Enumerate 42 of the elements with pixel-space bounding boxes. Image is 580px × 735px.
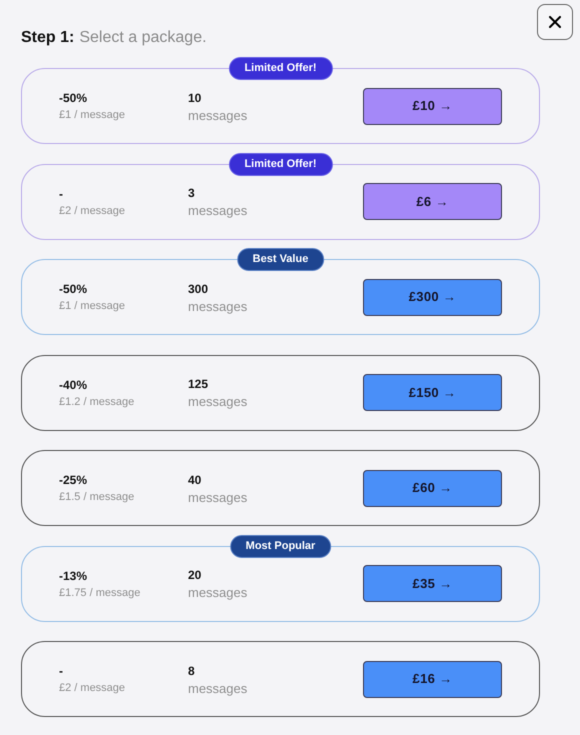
discount-text: -50% — [59, 281, 88, 298]
message-count: 125 — [188, 376, 210, 393]
price-button[interactable]: £16 → — [363, 660, 502, 698]
message-count: 3 — [188, 185, 196, 202]
close-button[interactable] — [537, 4, 573, 40]
message-count-label: messages — [188, 202, 248, 219]
message-count-label: messages — [188, 680, 248, 696]
price-button[interactable]: £35 → — [363, 565, 502, 602]
message-count: 8 — [188, 662, 196, 680]
price-button[interactable]: £300 → — [363, 278, 502, 316]
package-badge: Limited Offer! — [228, 152, 333, 176]
price-button[interactable]: £60 → — [363, 470, 502, 506]
message-count: 40 — [188, 472, 202, 488]
unit-price-text: £1.5 / message — [59, 490, 136, 505]
message-count: 20 — [188, 567, 202, 584]
step-title: Select a package. — [79, 28, 207, 48]
message-count: 300 — [188, 280, 210, 298]
message-count-label: messages — [188, 488, 248, 506]
discount-text: -50% — [59, 90, 88, 107]
price-button[interactable]: £10 → — [363, 88, 502, 124]
package-badge: Limited Offer! — [228, 57, 333, 80]
message-count-label: messages — [188, 393, 248, 410]
price-button[interactable]: £150 → — [363, 374, 502, 411]
price-button[interactable]: £6 → — [363, 183, 502, 220]
message-count-label: messages — [188, 298, 248, 314]
package-badge: Most Popular — [230, 534, 332, 558]
package-badge: Best Value — [236, 248, 324, 271]
unit-price-text: £1 / message — [59, 108, 126, 123]
discount-text: -40% — [59, 376, 88, 394]
discount-text: -13% — [59, 568, 88, 584]
step-label: Step 1: — [21, 28, 74, 48]
message-count: 10 — [188, 90, 202, 106]
unit-price-text: £1.2 / message — [59, 394, 136, 410]
unit-price-text: £2 / message — [59, 681, 126, 696]
message-count-label: messages — [188, 584, 248, 601]
message-count-label: messages — [188, 106, 248, 124]
discount-text: -25% — [59, 472, 88, 489]
discount-text: - — [59, 186, 64, 202]
discount-text: - — [59, 663, 64, 680]
unit-price-text: £1 / message — [59, 299, 126, 314]
unit-price-text: £2 / message — [59, 204, 126, 218]
unit-price-text: £1.75 / message — [59, 586, 142, 600]
